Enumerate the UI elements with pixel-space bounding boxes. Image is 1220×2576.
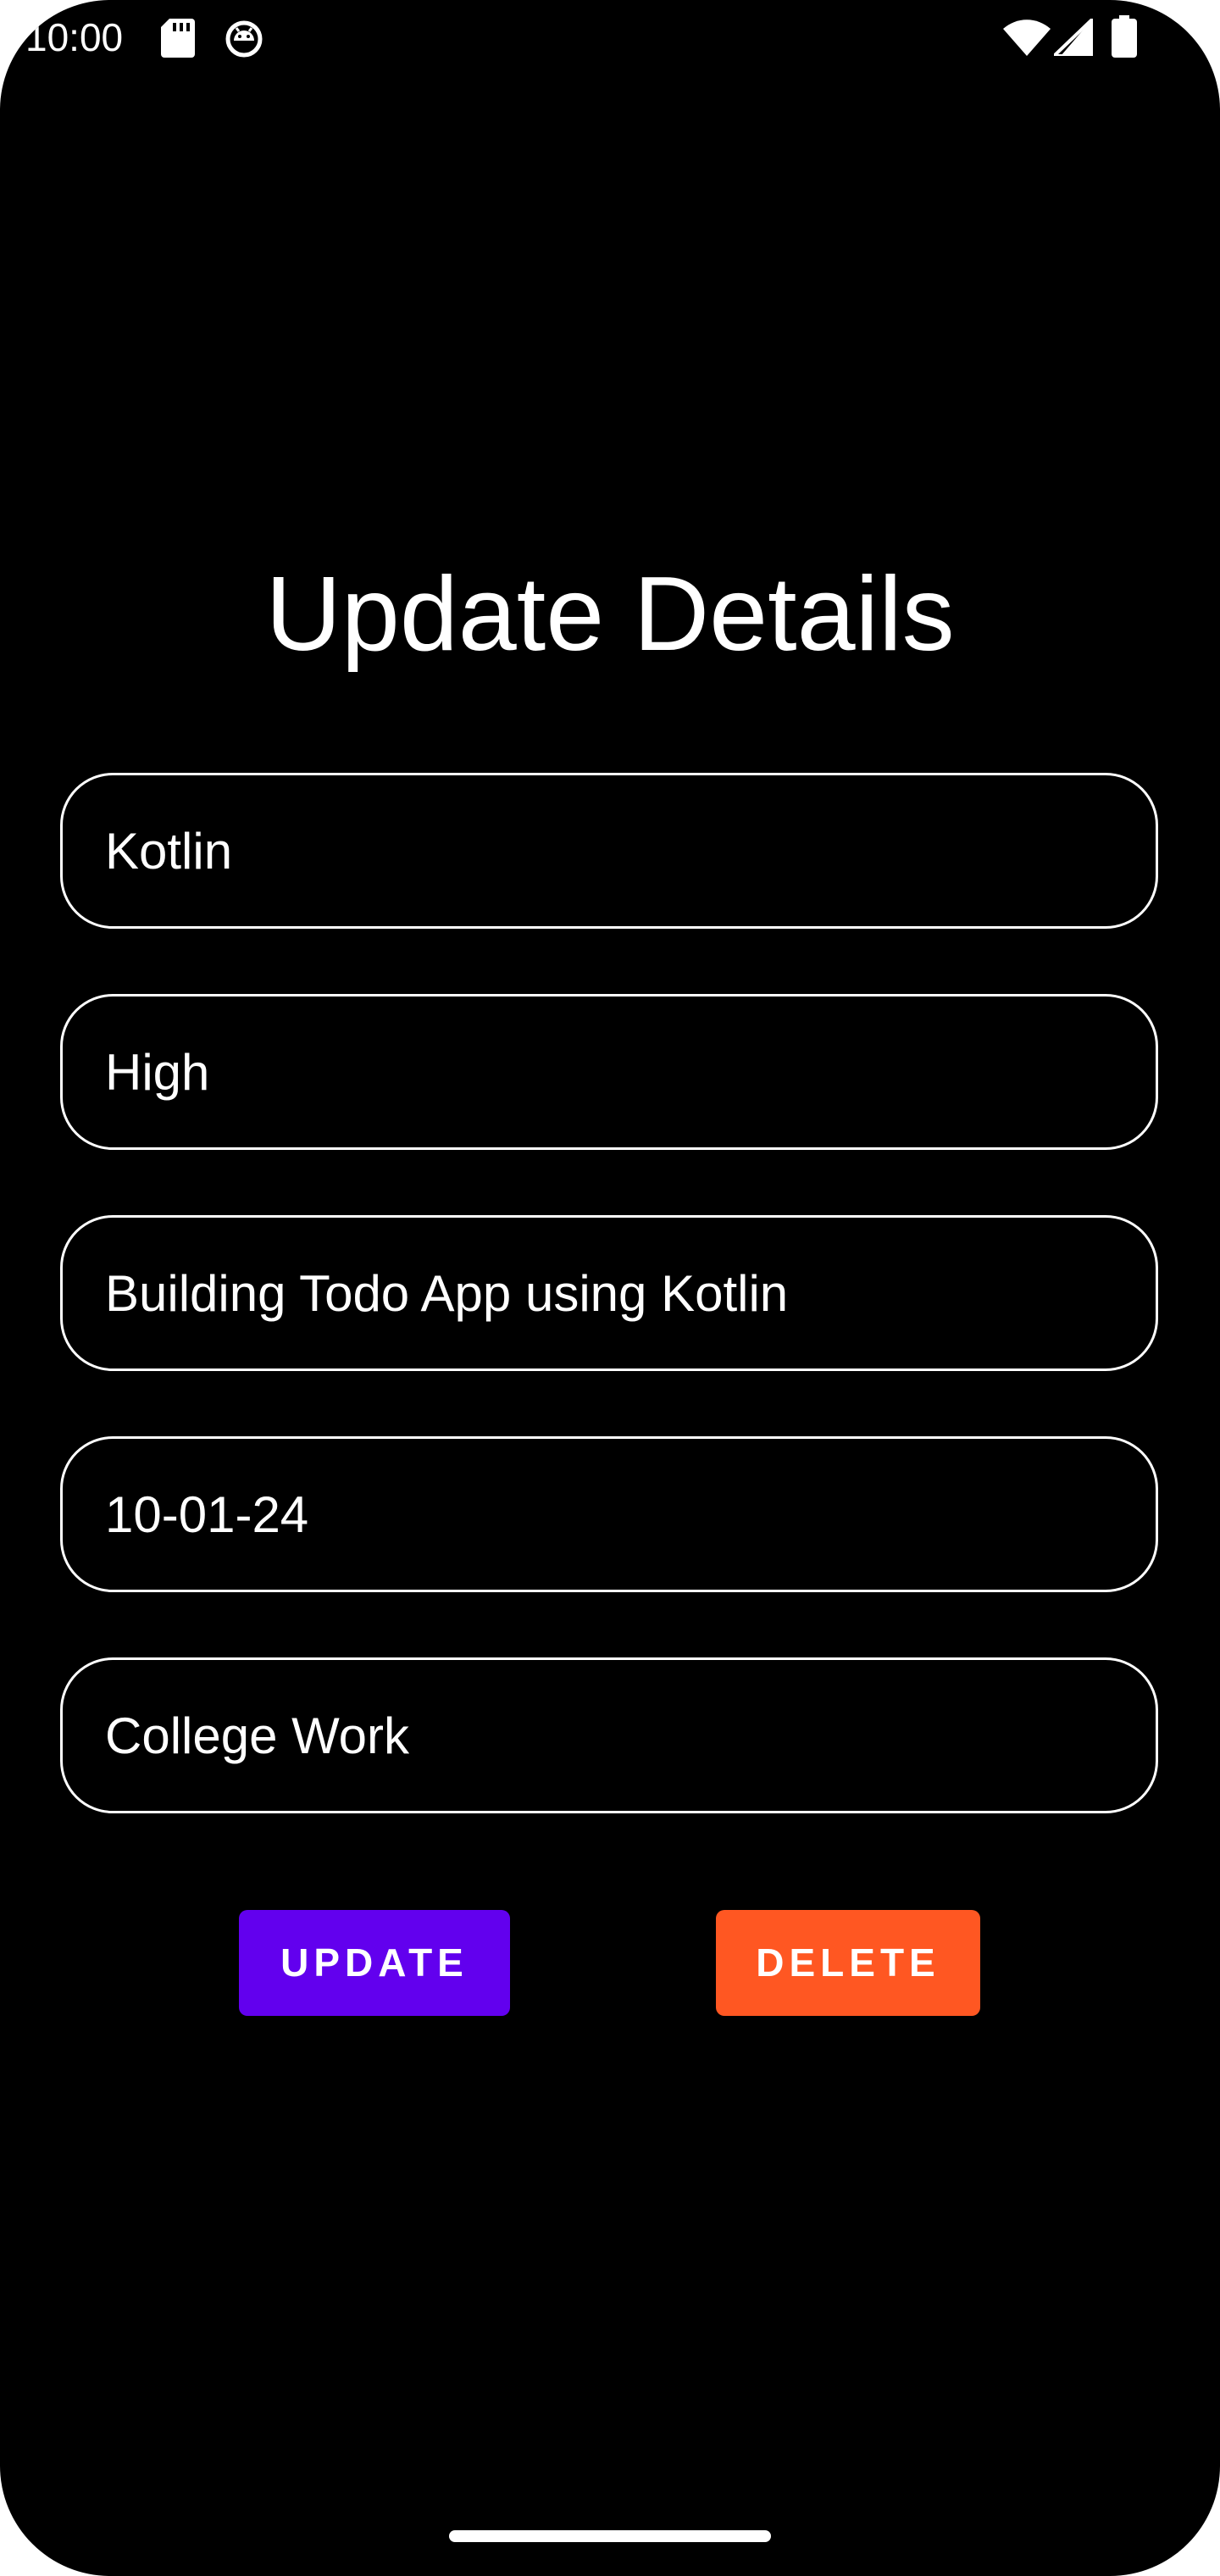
date-field[interactable] xyxy=(60,1436,1158,1592)
page-title: Update Details xyxy=(265,556,955,673)
android-debug-icon xyxy=(225,20,263,58)
priority-field[interactable] xyxy=(60,994,1158,1150)
battery-icon xyxy=(1112,15,1137,58)
date-input[interactable] xyxy=(105,1439,1105,1590)
status-bar: 10:00 xyxy=(0,0,1220,75)
app-screen: 10:00 Update Details Kotlin High Buildin… xyxy=(0,0,1220,2576)
update-button[interactable]: UPDATE xyxy=(239,1910,510,2016)
title-field[interactable] xyxy=(60,773,1158,929)
status-time: 10:00 xyxy=(25,15,124,59)
sd-card-icon xyxy=(161,19,195,58)
home-indicator[interactable] xyxy=(449,2530,771,2542)
description-input[interactable] xyxy=(105,1218,1105,1368)
wifi-icon xyxy=(1003,19,1051,56)
priority-input[interactable] xyxy=(105,997,1105,1147)
delete-button[interactable]: DELETE xyxy=(716,1910,980,2016)
description-field[interactable] xyxy=(60,1215,1158,1371)
title-input[interactable] xyxy=(105,775,1105,926)
cell-signal-icon xyxy=(1054,19,1093,56)
category-field[interactable] xyxy=(60,1657,1158,1813)
category-input[interactable] xyxy=(105,1660,1105,1811)
